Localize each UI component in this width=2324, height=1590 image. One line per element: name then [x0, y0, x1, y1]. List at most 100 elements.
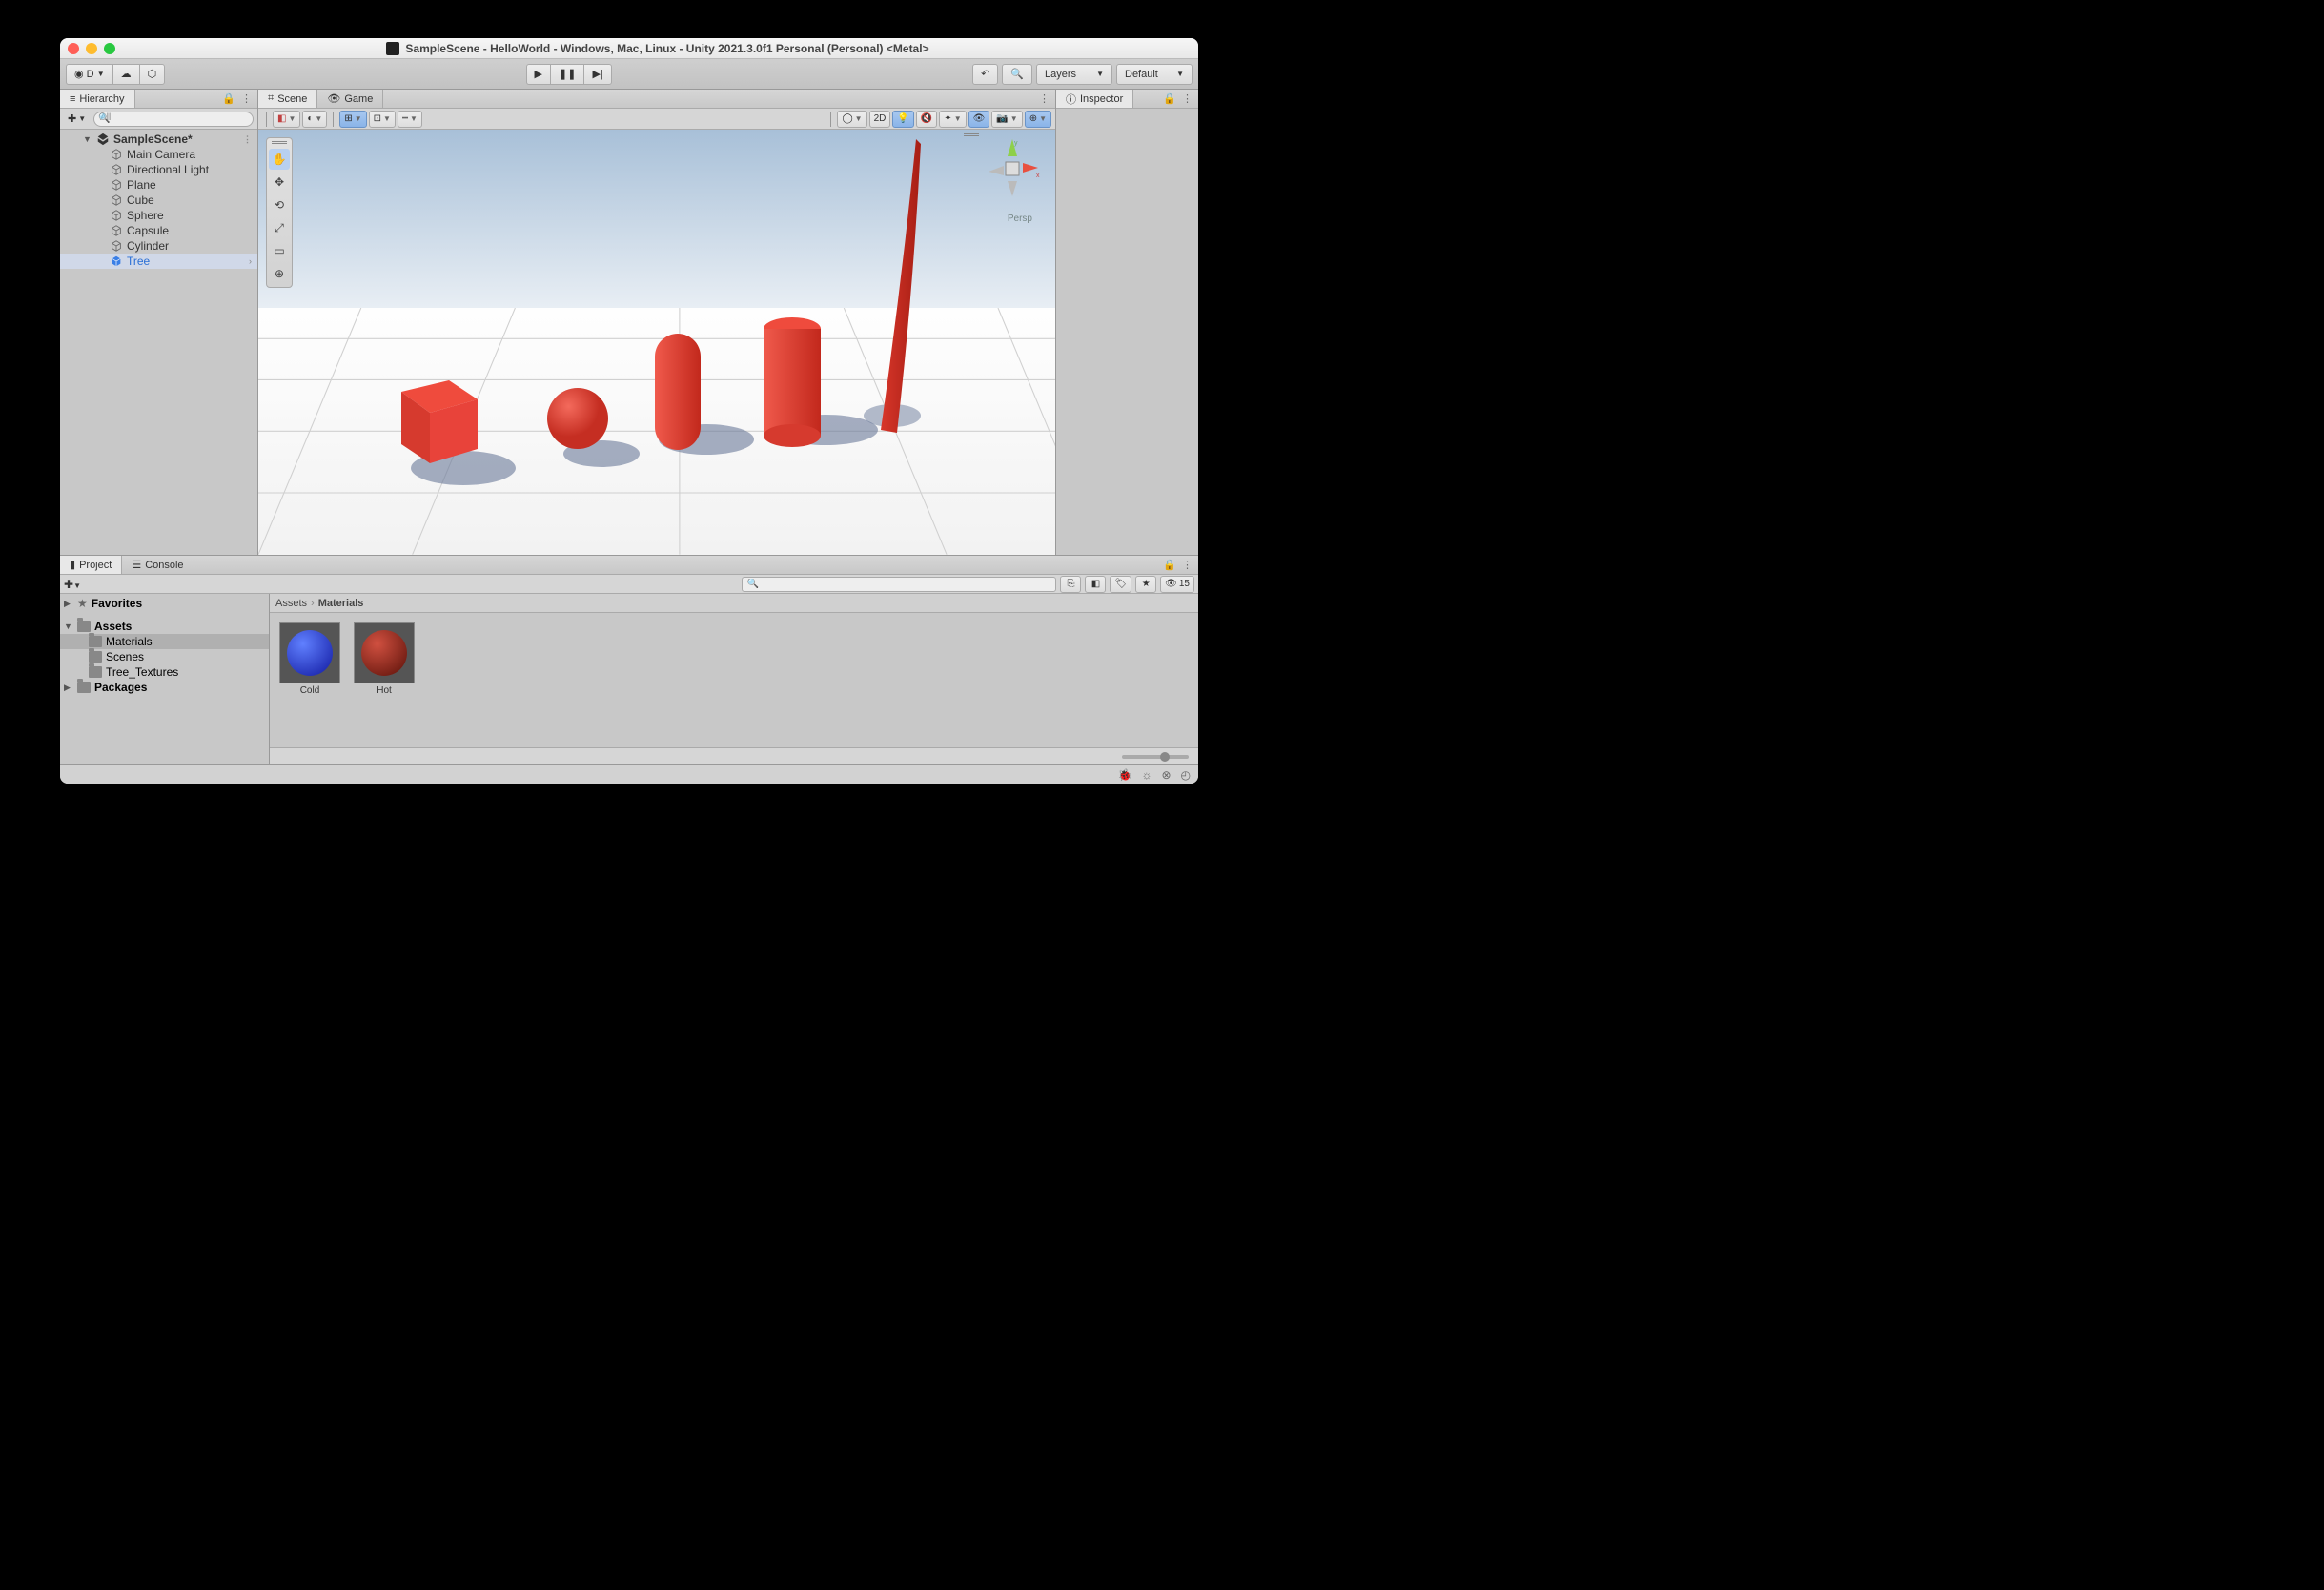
thumbnail-size-row [270, 747, 1198, 764]
fx-toggle[interactable]: ✦▼ [939, 111, 966, 128]
services-button[interactable]: ⬡ [139, 64, 166, 85]
panel-menu-icon[interactable]: ⋮ [241, 92, 252, 105]
panel-menu-icon[interactable]: ⋮ [1039, 92, 1050, 105]
cloud-button[interactable]: ☁ [112, 64, 139, 85]
tab-hierarchy[interactable]: ≡ Hierarchy [60, 90, 135, 108]
chevron-right-icon[interactable]: › [249, 256, 252, 266]
close-window-button[interactable] [68, 43, 79, 54]
lock-icon[interactable]: 🔒 [222, 92, 235, 105]
skybox-toggle[interactable]: ◐▼ [302, 111, 327, 128]
breadcrumb-item[interactable]: Materials [318, 598, 364, 609]
orientation-gizmo[interactable]: y x [979, 135, 1046, 202]
rotate-tool-button[interactable]: ⟲ [269, 194, 290, 215]
cache-server-icon[interactable]: ⊗ [1161, 768, 1171, 782]
breadcrumb-item[interactable]: Assets [275, 598, 307, 609]
step-button[interactable]: ▶| [583, 64, 611, 85]
filter-icon: ⎘ [1067, 579, 1074, 589]
pause-button[interactable]: ❚❚ [550, 64, 583, 85]
audio-toggle[interactable]: 🔇 [916, 111, 937, 128]
lock-icon[interactable]: 🔒 [1163, 559, 1176, 571]
scene-cube[interactable] [382, 363, 487, 468]
assets-row[interactable]: ▼Assets [60, 619, 269, 634]
scene-tool-palette: ✋ ✥ ⟲ ⤢ ▭ ⊕ [266, 137, 293, 288]
gizmos-toggle[interactable]: ⊕▼ [1025, 111, 1051, 128]
material-asset[interactable]: Cold [279, 622, 340, 696]
tab-console[interactable]: ☰ Console [122, 556, 194, 574]
drag-grip-icon[interactable] [964, 133, 979, 137]
scene-cylinder[interactable] [759, 316, 826, 449]
grid-toggle[interactable]: ⊞▼ [339, 111, 366, 128]
hierarchy-item[interactable]: Cube [60, 193, 257, 208]
maximize-window-button[interactable] [104, 43, 115, 54]
panel-menu-icon[interactable]: ⋮ [1182, 92, 1193, 105]
hierarchy-item[interactable]: Plane [60, 177, 257, 193]
layers-dropdown[interactable]: Layers▼ [1036, 64, 1112, 85]
hidden-packages-toggle[interactable]: 👁 15 [1160, 576, 1194, 593]
hand-tool-button[interactable]: ✋ [269, 149, 290, 170]
project-search[interactable] [742, 577, 1056, 592]
search-by-type[interactable]: ⎘ [1060, 576, 1081, 593]
tab-project[interactable]: ▮ Project [60, 556, 122, 574]
tab-game[interactable]: 👁 Game [317, 90, 383, 108]
tab-inspector[interactable]: ⓘ Inspector [1056, 90, 1133, 108]
rect-tool-button[interactable]: ▭ [269, 240, 290, 261]
hierarchy-item[interactable]: Sphere [60, 208, 257, 223]
search-by-label[interactable]: ◧ [1085, 576, 1106, 593]
debugger-icon[interactable]: 🐞 [1118, 768, 1132, 782]
create-dropdown[interactable]: ✚▼ [64, 578, 81, 591]
folder-row[interactable]: Tree_Textures [60, 664, 269, 680]
favorite-filter[interactable]: ★ [1135, 576, 1156, 593]
folder-row-selected[interactable]: Materials [60, 634, 269, 649]
global-search-button[interactable]: 🔍 [1002, 64, 1032, 85]
drag-grip-icon[interactable] [272, 141, 287, 145]
hierarchy-item-selected[interactable]: Tree› [60, 254, 257, 269]
folder-icon: ▮ [70, 559, 75, 571]
tab-scene[interactable]: ⌗ Scene [258, 90, 317, 108]
progress-icon[interactable]: ◴ [1181, 768, 1191, 782]
hierarchy-item[interactable]: Main Camera [60, 147, 257, 162]
packages-row[interactable]: ▶Packages [60, 680, 269, 695]
hierarchy-search[interactable]: 🔍 All [93, 112, 254, 127]
favorites-row[interactable]: ▶★Favorites [60, 596, 269, 611]
scene-sphere[interactable] [544, 385, 611, 452]
hierarchy-item[interactable]: Directional Light [60, 162, 257, 177]
save-search[interactable]: 🏷 [1110, 576, 1131, 593]
debug-draw-dropdown[interactable]: ◯▼ [837, 111, 866, 128]
scene-capsule[interactable] [649, 330, 706, 454]
auto-generate-lighting-icon[interactable]: ☼ [1141, 768, 1152, 782]
hierarchy-item[interactable]: Cylinder [60, 238, 257, 254]
layout-dropdown[interactable]: Default▼ [1116, 64, 1193, 85]
scale-tool-button[interactable]: ⤢ [269, 217, 290, 238]
person-icon: ◉ [74, 68, 84, 80]
move-tool-button[interactable]: ✥ [269, 172, 290, 193]
gameobject-icon [110, 239, 123, 253]
transform-tool-button[interactable]: ⊕ [269, 263, 290, 284]
material-asset[interactable]: Hot [354, 622, 415, 696]
draw-mode-dropdown[interactable]: ◧▼ [273, 111, 300, 128]
panel-menu-icon[interactable]: ⋮ [1182, 559, 1193, 571]
thumbnail-size-slider[interactable] [1122, 755, 1189, 759]
history-icon: ↶ [981, 68, 989, 80]
projection-label[interactable]: Persp [1008, 214, 1032, 224]
minimize-window-button[interactable] [86, 43, 97, 54]
create-dropdown[interactable]: ✚▼ [64, 111, 90, 128]
camera-settings[interactable]: 📷▼ [991, 111, 1022, 128]
search-icon: 🔍 [1010, 68, 1024, 80]
undo-history-button[interactable]: ↶ [972, 64, 998, 85]
lighting-toggle[interactable]: 💡 [892, 111, 913, 128]
folder-row[interactable]: Scenes [60, 649, 269, 664]
lock-icon[interactable]: 🔒 [1163, 92, 1176, 105]
scene-root[interactable]: ▼ SampleScene* ⋮ [60, 132, 257, 147]
account-button[interactable]: ◉ D ▼ [66, 64, 112, 85]
scene-viewport[interactable]: ✋ ✥ ⟲ ⤢ ▭ ⊕ y x Persp [258, 130, 1055, 555]
scene-tree[interactable] [864, 139, 930, 435]
increment-snap[interactable]: ┅▼ [398, 111, 422, 128]
hierarchy-item[interactable]: Capsule [60, 223, 257, 238]
expand-arrow-icon[interactable]: ▼ [83, 134, 92, 144]
snap-toggle[interactable]: ⊡▼ [369, 111, 396, 128]
play-button[interactable]: ▶ [526, 64, 550, 85]
skybox-icon: ◐ [307, 113, 313, 124]
2d-toggle[interactable]: 2D [869, 111, 891, 128]
visibility-toggle[interactable]: 👁 [968, 111, 990, 128]
context-menu-icon[interactable]: ⋮ [243, 134, 252, 145]
